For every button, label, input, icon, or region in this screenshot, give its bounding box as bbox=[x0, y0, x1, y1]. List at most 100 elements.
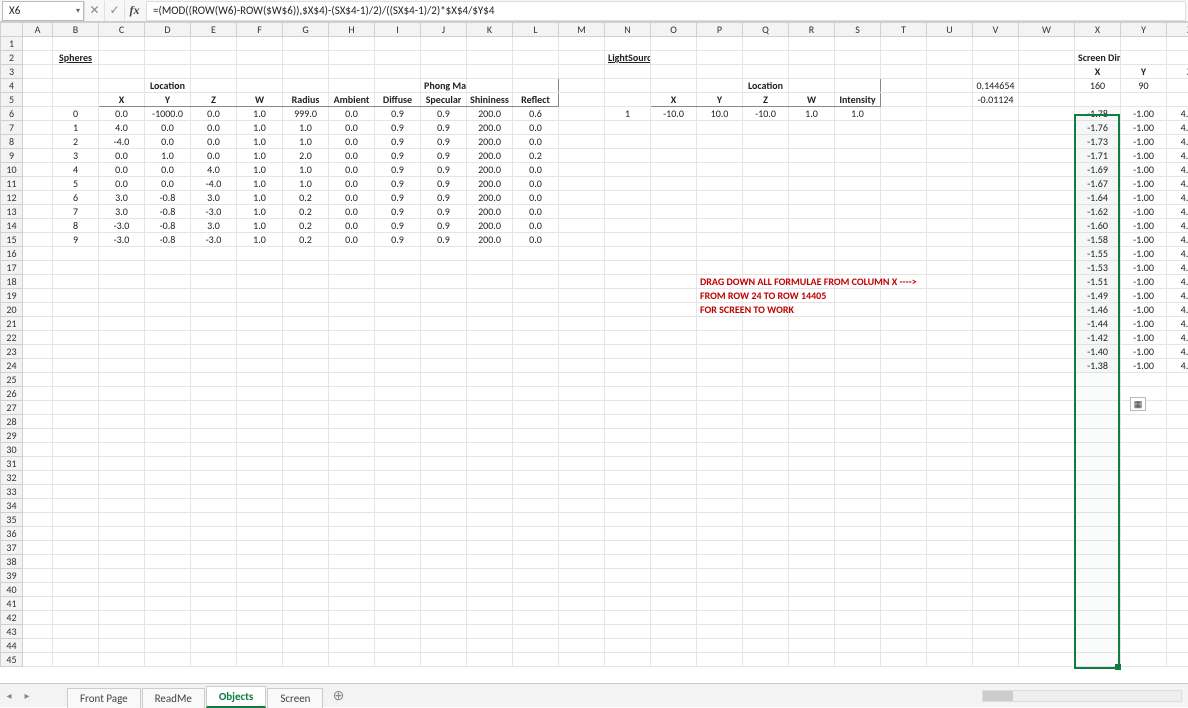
cell[interactable]: 4.00 bbox=[1167, 205, 1188, 219]
cell[interactable] bbox=[99, 555, 145, 569]
cell[interactable] bbox=[697, 37, 743, 51]
cell[interactable] bbox=[605, 555, 651, 569]
cell[interactable]: -1.67 bbox=[1075, 177, 1121, 191]
cell[interactable] bbox=[421, 513, 467, 527]
cell[interactable]: 0.0 bbox=[513, 121, 559, 135]
cell[interactable] bbox=[927, 191, 973, 205]
cell[interactable] bbox=[973, 653, 1019, 667]
cell[interactable] bbox=[697, 513, 743, 527]
cell[interactable] bbox=[697, 317, 743, 331]
cell[interactable]: -1.00 bbox=[1121, 177, 1167, 191]
cell[interactable] bbox=[375, 345, 421, 359]
cell[interactable] bbox=[973, 625, 1019, 639]
cell[interactable]: 5 bbox=[53, 177, 99, 191]
cell[interactable] bbox=[789, 457, 835, 471]
cell[interactable] bbox=[53, 485, 99, 499]
cell[interactable] bbox=[1121, 499, 1167, 513]
cell[interactable]: -1.00 bbox=[1121, 149, 1167, 163]
cell[interactable] bbox=[743, 429, 789, 443]
cell[interactable] bbox=[237, 597, 283, 611]
cell[interactable] bbox=[99, 527, 145, 541]
cell[interactable]: -10.0 bbox=[743, 107, 789, 121]
cell[interactable]: 1.0 bbox=[145, 149, 191, 163]
cell[interactable]: 4.00 bbox=[1167, 247, 1188, 261]
cell[interactable] bbox=[605, 149, 651, 163]
cell[interactable] bbox=[1019, 583, 1075, 597]
cell[interactable]: 4.00 bbox=[1167, 121, 1188, 135]
cell[interactable] bbox=[1075, 93, 1121, 107]
cell[interactable] bbox=[329, 625, 375, 639]
cell[interactable] bbox=[1019, 303, 1075, 317]
cell[interactable]: 0.0 bbox=[329, 205, 375, 219]
cell[interactable]: 160 bbox=[1075, 79, 1121, 93]
cell[interactable] bbox=[835, 471, 881, 485]
cell[interactable] bbox=[99, 303, 145, 317]
cell[interactable] bbox=[375, 415, 421, 429]
cell[interactable] bbox=[467, 303, 513, 317]
row-header-33[interactable]: 33 bbox=[1, 485, 23, 499]
cell[interactable] bbox=[927, 233, 973, 247]
cell[interactable] bbox=[973, 191, 1019, 205]
cell[interactable] bbox=[605, 513, 651, 527]
cell[interactable] bbox=[421, 569, 467, 583]
row-header-35[interactable]: 35 bbox=[1, 513, 23, 527]
cell[interactable] bbox=[743, 191, 789, 205]
cell[interactable] bbox=[283, 499, 329, 513]
cell[interactable]: W bbox=[789, 93, 835, 107]
cell[interactable] bbox=[743, 51, 789, 65]
cell[interactable] bbox=[99, 541, 145, 555]
cell[interactable] bbox=[559, 79, 605, 93]
cell[interactable] bbox=[283, 653, 329, 667]
cell[interactable] bbox=[329, 639, 375, 653]
cell[interactable]: -1.60 bbox=[1075, 219, 1121, 233]
cell[interactable]: 0.0 bbox=[99, 149, 145, 163]
cell[interactable] bbox=[743, 541, 789, 555]
cell[interactable] bbox=[789, 205, 835, 219]
cell[interactable]: 0.0 bbox=[99, 177, 145, 191]
cell[interactable]: -1.00 bbox=[1121, 289, 1167, 303]
cell[interactable] bbox=[1167, 583, 1188, 597]
cell[interactable] bbox=[53, 429, 99, 443]
cell[interactable]: 0.0 bbox=[145, 163, 191, 177]
cell[interactable]: -1.62 bbox=[1075, 205, 1121, 219]
cell[interactable] bbox=[283, 569, 329, 583]
cell[interactable] bbox=[191, 303, 237, 317]
cell[interactable] bbox=[927, 401, 973, 415]
cell[interactable]: -1.00 bbox=[1121, 331, 1167, 345]
cell[interactable] bbox=[697, 499, 743, 513]
cell[interactable] bbox=[1019, 653, 1075, 667]
cell[interactable] bbox=[99, 443, 145, 457]
cell[interactable]: 4.00 bbox=[1167, 317, 1188, 331]
cell[interactable] bbox=[927, 107, 973, 121]
cell[interactable] bbox=[605, 93, 651, 107]
cell[interactable] bbox=[1075, 513, 1121, 527]
cell[interactable] bbox=[697, 485, 743, 499]
cell[interactable] bbox=[1019, 331, 1075, 345]
cell[interactable] bbox=[329, 303, 375, 317]
cell[interactable] bbox=[513, 359, 559, 373]
cell[interactable]: -1.00 bbox=[1121, 275, 1167, 289]
cell[interactable] bbox=[651, 625, 697, 639]
col-header-U[interactable]: U bbox=[927, 23, 973, 37]
cell[interactable]: 0.0 bbox=[513, 233, 559, 247]
cell[interactable] bbox=[237, 653, 283, 667]
cell[interactable] bbox=[53, 275, 99, 289]
cell[interactable] bbox=[23, 639, 53, 653]
cell[interactable] bbox=[881, 569, 927, 583]
cell[interactable]: 1 bbox=[53, 121, 99, 135]
cell[interactable] bbox=[559, 275, 605, 289]
cell[interactable] bbox=[743, 219, 789, 233]
cell[interactable] bbox=[697, 163, 743, 177]
cell[interactable] bbox=[237, 527, 283, 541]
cell[interactable] bbox=[421, 639, 467, 653]
cell[interactable] bbox=[1075, 387, 1121, 401]
cell[interactable] bbox=[375, 429, 421, 443]
cell[interactable] bbox=[191, 37, 237, 51]
cell[interactable] bbox=[145, 639, 191, 653]
cell[interactable] bbox=[99, 289, 145, 303]
cell[interactable] bbox=[1075, 597, 1121, 611]
cell[interactable]: -1.00 bbox=[1121, 107, 1167, 121]
cell[interactable] bbox=[513, 541, 559, 555]
cell[interactable] bbox=[651, 233, 697, 247]
cell[interactable] bbox=[23, 569, 53, 583]
